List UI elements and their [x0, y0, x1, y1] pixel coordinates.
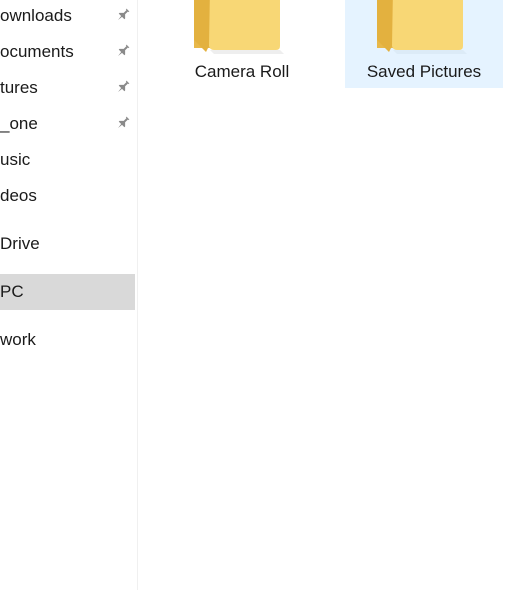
folder-tile-saved-pictures[interactable]: Saved Pictures — [345, 0, 503, 88]
folder-label: Camera Roll — [194, 62, 290, 81]
pin-icon[interactable] — [115, 115, 131, 131]
pin-icon[interactable] — [115, 43, 131, 59]
nav-item-label: tures — [0, 78, 38, 97]
nav-item-label: _one — [0, 114, 38, 133]
nav-item-label: Drive — [0, 234, 40, 253]
nav-item-network[interactable]: work — [0, 324, 135, 360]
file-explorer-window: ownloads ocuments tures _one usic deos D… — [0, 0, 527, 590]
folder-label: Saved Pictures — [366, 62, 482, 81]
nav-item-downloads[interactable]: ownloads — [0, 0, 135, 36]
nav-item-label: ownloads — [0, 6, 72, 25]
nav-item-videos[interactable]: deos — [0, 180, 135, 216]
nav-item-pictures[interactable]: tures — [0, 72, 135, 108]
nav-item-label: work — [0, 330, 36, 349]
nav-item-this-pc[interactable]: PC — [0, 274, 135, 310]
nav-item-label: PC — [0, 282, 24, 301]
folder-icon — [377, 0, 467, 54]
nav-item-one[interactable]: _one — [0, 108, 135, 144]
navigation-pane: ownloads ocuments tures _one usic deos D… — [0, 0, 137, 590]
folder-tile-camera-roll[interactable]: Camera Roll — [163, 0, 321, 88]
folder-icon — [194, 0, 284, 54]
pin-icon[interactable] — [115, 7, 131, 23]
nav-item-music[interactable]: usic — [0, 144, 135, 180]
nav-item-label: ocuments — [0, 42, 74, 61]
nav-item-label: deos — [0, 186, 37, 205]
nav-item-documents[interactable]: ocuments — [0, 36, 135, 72]
nav-item-onedrive[interactable]: Drive — [0, 228, 135, 264]
pane-divider[interactable] — [137, 0, 138, 590]
pin-icon[interactable] — [115, 79, 131, 95]
nav-item-label: usic — [0, 150, 31, 169]
